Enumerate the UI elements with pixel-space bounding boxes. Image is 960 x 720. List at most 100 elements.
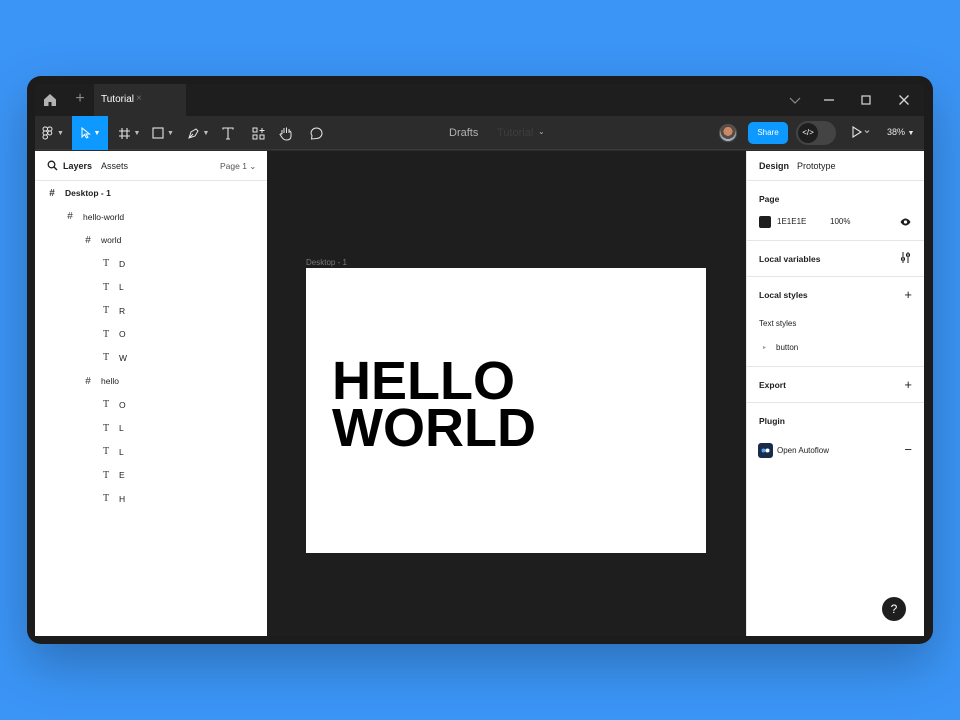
tab-prototype[interactable]: Prototype: [797, 161, 836, 171]
layer-row[interactable]: TL: [101, 279, 124, 295]
layer-name: D: [119, 258, 126, 269]
layer-row[interactable]: TL: [101, 444, 124, 460]
world-text: WORLD: [332, 398, 536, 458]
text-layer-icon: T: [102, 422, 110, 434]
page-opacity-value[interactable]: 100%: [830, 217, 850, 226]
divider: [747, 276, 924, 277]
layer-row[interactable]: TH: [101, 491, 125, 507]
layer-row[interactable]: TR: [101, 303, 125, 319]
move-tool-button[interactable]: ▼: [72, 116, 108, 150]
layer-row[interactable]: TO: [101, 326, 126, 342]
plugin-name[interactable]: Open Autoflow: [777, 446, 829, 455]
layer-name: O: [119, 329, 126, 339]
resources-button[interactable]: [249, 116, 267, 150]
avatar[interactable]: [719, 124, 737, 142]
text-layer-icon: T: [102, 281, 110, 293]
rectangle-icon: [152, 127, 164, 139]
text-layer-icon: T: [102, 399, 110, 410]
variables-icon[interactable]: [900, 251, 911, 264]
tab-close-icon[interactable]: ×: [136, 93, 142, 104]
new-tab-button[interactable]: +: [73, 90, 87, 108]
triangle-right-icon[interactable]: ▸: [763, 344, 766, 351]
layer-row[interactable]: # hello-world: [65, 209, 124, 225]
style-item-button[interactable]: button: [776, 343, 798, 352]
layer-row[interactable]: TW: [101, 350, 127, 366]
layer-name: O: [119, 399, 126, 410]
layer-row[interactable]: TO: [101, 397, 126, 413]
plugin-title: Plugin: [759, 416, 785, 426]
canvas[interactable]: Desktop - 1 HELLO WORLD: [267, 151, 746, 636]
layer-name: L: [119, 423, 124, 433]
home-icon[interactable]: [43, 93, 57, 107]
layer-name: W: [119, 352, 128, 363]
layer-row[interactable]: # hello: [83, 373, 119, 389]
file-name[interactable]: Tutorial: [497, 127, 533, 139]
search-icon[interactable]: [47, 160, 58, 171]
layer-name: hello-world: [83, 211, 125, 222]
layer-row[interactable]: # world: [83, 232, 121, 248]
comment-tool-button[interactable]: [307, 116, 325, 150]
text-tool-button[interactable]: [219, 116, 237, 150]
layer-name: hello: [101, 376, 119, 386]
text-layer-icon: T: [102, 305, 110, 316]
remove-plugin-icon[interactable]: −: [904, 443, 912, 456]
play-icon: [852, 126, 870, 138]
frame-tool-button[interactable]: ▼: [115, 116, 143, 150]
close-window-icon[interactable]: [896, 92, 912, 108]
minimize-icon[interactable]: [821, 92, 837, 108]
share-button[interactable]: Share: [748, 122, 788, 144]
page-color-swatch[interactable]: [759, 216, 771, 228]
zoom-level[interactable]: 38% ▼: [887, 127, 914, 137]
help-button[interactable]: ?: [882, 597, 906, 621]
tab-design[interactable]: Design: [759, 161, 789, 171]
tab-layers[interactable]: Layers: [63, 161, 92, 171]
toolbar: ▼ ▼ ▼ ▼ ▼ Drafts Tutorial ⌄ Share </> 38…: [35, 116, 924, 150]
add-style-icon[interactable]: +: [904, 288, 912, 301]
autoflow-plugin-icon: [758, 443, 773, 458]
main-menu-button[interactable]: ▼: [39, 116, 67, 150]
layer-row[interactable]: TD: [101, 256, 125, 272]
layer-name: world: [101, 235, 122, 245]
dev-mode-toggle[interactable]: </>: [796, 121, 836, 145]
tab-tutorial[interactable]: Tutorial ×: [94, 84, 186, 116]
layers-panel: Layers Assets Page 1 ⌄ # Desktop - 1 # hell…: [35, 151, 267, 636]
cursor-icon: [81, 127, 91, 139]
layer-name: Desktop - 1: [65, 188, 111, 198]
pen-tool-button[interactable]: ▼: [184, 116, 212, 150]
frame-label[interactable]: Desktop - 1: [306, 258, 347, 267]
layer-row[interactable]: TE: [101, 467, 125, 483]
divider: [747, 402, 924, 403]
tab-label: Tutorial: [101, 94, 134, 105]
hello-world-text[interactable]: HELLO WORLD: [332, 354, 536, 458]
frame-icon: [118, 127, 130, 139]
figma-logo-icon: [42, 126, 53, 140]
tab-assets[interactable]: Assets: [101, 161, 128, 171]
frame-layer-icon: #: [67, 211, 73, 222]
layer-name: R: [119, 305, 126, 316]
chevron-down-icon: ▼: [167, 129, 174, 137]
frame-layer-icon: #: [85, 234, 91, 246]
layer-name: H: [119, 493, 126, 504]
layer-name: L: [119, 282, 124, 292]
eye-icon[interactable]: [900, 218, 911, 226]
maximize-icon[interactable]: [858, 92, 874, 108]
shape-tool-button[interactable]: ▼: [149, 116, 177, 150]
file-menu-chevron-icon[interactable]: ⌄: [538, 127, 545, 136]
layer-row[interactable]: TL: [101, 420, 124, 436]
text-layer-icon: T: [102, 446, 110, 457]
hand-tool-button[interactable]: [277, 116, 295, 150]
chevron-down-icon: ▼: [202, 129, 210, 137]
desktop-frame[interactable]: HELLO WORLD: [306, 268, 706, 553]
chevron-down-icon: ▼: [93, 129, 101, 137]
page-selector[interactable]: Page 1 ⌄: [220, 161, 256, 172]
local-variables-title: Local variables: [759, 254, 821, 264]
present-button[interactable]: [851, 125, 871, 144]
comment-icon: [309, 126, 323, 140]
app-content: + Tutorial × ▼ ▼ ▼ ▼ ▼ Drafts Tutorial ⌄…: [35, 84, 924, 636]
text-icon: [222, 126, 234, 140]
layer-row[interactable]: # Desktop - 1: [47, 185, 111, 201]
page-color-value[interactable]: 1E1E1E: [777, 217, 806, 226]
chevron-down-icon[interactable]: [787, 92, 803, 108]
add-export-icon[interactable]: +: [904, 378, 912, 391]
breadcrumb-drafts[interactable]: Drafts: [449, 127, 478, 139]
